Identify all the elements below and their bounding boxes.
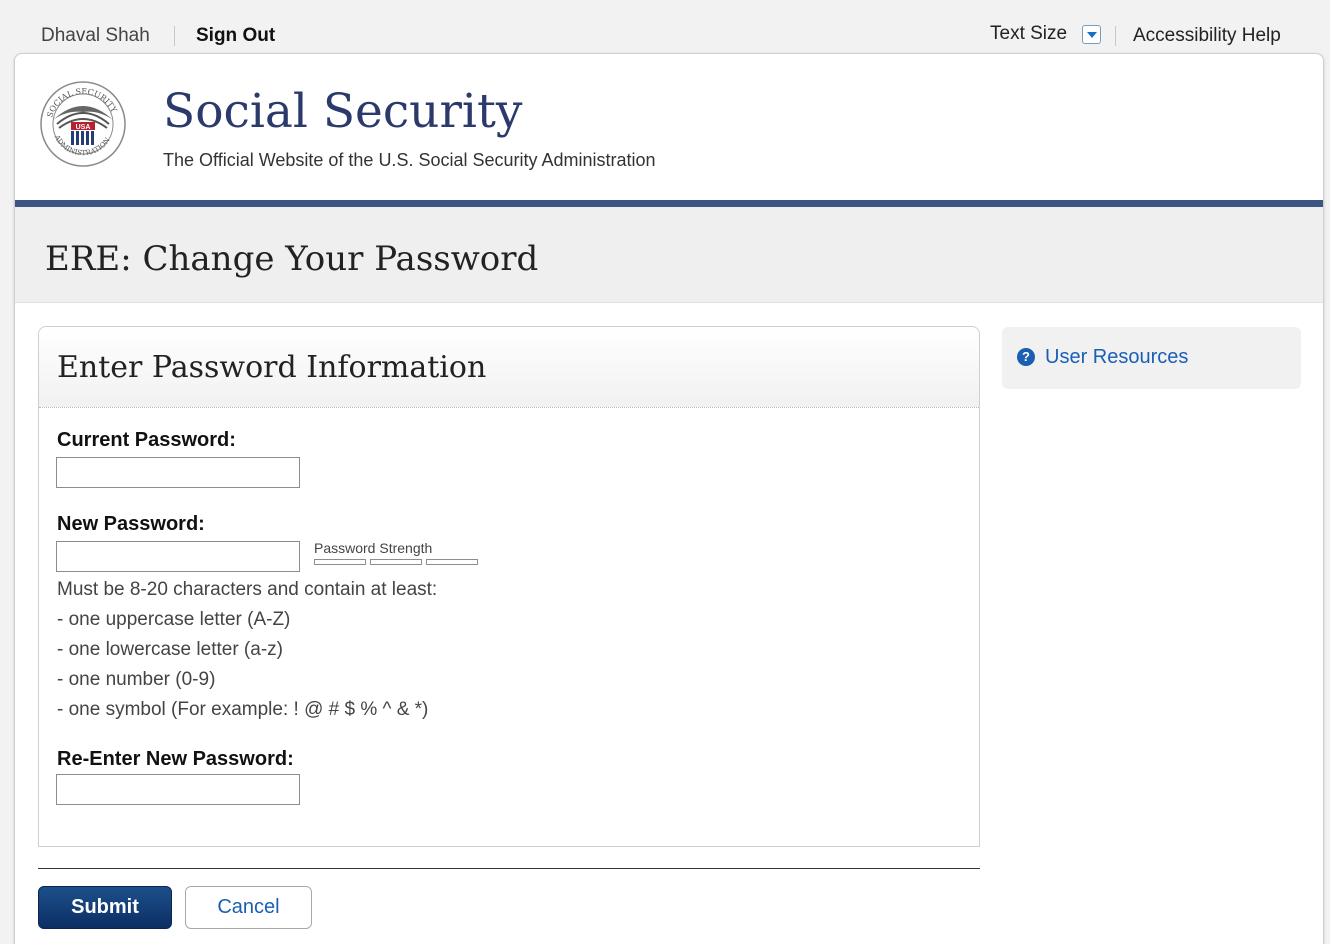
accessibility-help-link[interactable]: Accessibility Help (1133, 25, 1281, 47)
password-strength-label: Password Strength (314, 540, 433, 556)
password-strength-bar (370, 559, 422, 565)
page-title-bar: ERE: Change Your Password (15, 207, 1323, 303)
reenter-password-label: Re-Enter New Password: (57, 748, 294, 770)
site-subtitle: The Official Website of the U.S. Social … (163, 150, 656, 170)
user-name: Dhaval Shah (41, 25, 150, 46)
password-form-panel: Enter Password Information Current Passw… (38, 326, 980, 847)
requirement-item: - one symbol (For example: ! @ # $ % ^ &… (57, 699, 429, 720)
site-title[interactable]: Social Security (163, 84, 522, 139)
password-strength-bar (314, 559, 366, 565)
page-title: ERE: Change Your Password (45, 239, 539, 279)
reenter-password-input[interactable] (56, 774, 300, 805)
requirement-item: - one number (0-9) (57, 669, 216, 690)
header-rule (15, 200, 1323, 207)
cancel-button[interactable]: Cancel (185, 886, 312, 929)
text-size-label[interactable]: Text Size (990, 23, 1067, 45)
password-strength-bar (426, 559, 478, 565)
text-size-dropdown-button[interactable] (1082, 25, 1101, 44)
password-requirements: Must be 8-20 characters and contain at l… (57, 575, 437, 725)
new-password-input[interactable] (56, 541, 300, 572)
current-password-label: Current Password: (57, 429, 236, 451)
user-resources-box: ? User Resources (1002, 327, 1301, 389)
sign-out-link[interactable]: Sign Out (196, 25, 275, 47)
new-password-label: New Password: (57, 513, 205, 535)
divider (174, 26, 175, 46)
requirements-intro: Must be 8-20 characters and contain at l… (57, 579, 438, 600)
svg-text:USA: USA (76, 124, 91, 131)
requirement-item: - one uppercase letter (A-Z) (57, 609, 291, 630)
panel-title: Enter Password Information (57, 350, 487, 385)
divider (1115, 26, 1116, 46)
help-question-icon: ? (1017, 348, 1035, 366)
current-password-input[interactable] (56, 457, 300, 488)
requirement-item: - one lowercase letter (a-z) (57, 639, 283, 660)
site-header: USA SOCIAL SECURITY ADMINISTRATION Socia… (15, 54, 1323, 200)
submit-button[interactable]: Submit (38, 886, 172, 929)
ssa-seal-icon[interactable]: USA SOCIAL SECURITY ADMINISTRATION (39, 80, 127, 168)
main-card: USA SOCIAL SECURITY ADMINISTRATION Socia… (14, 53, 1324, 944)
chevron-down-icon (1087, 32, 1097, 38)
form-divider (38, 868, 980, 869)
panel-header: Enter Password Information (39, 327, 979, 408)
user-resources-link[interactable]: User Resources (1045, 346, 1188, 369)
utility-bar: Dhaval Shah Sign Out Text Size Accessibi… (0, 0, 1330, 56)
